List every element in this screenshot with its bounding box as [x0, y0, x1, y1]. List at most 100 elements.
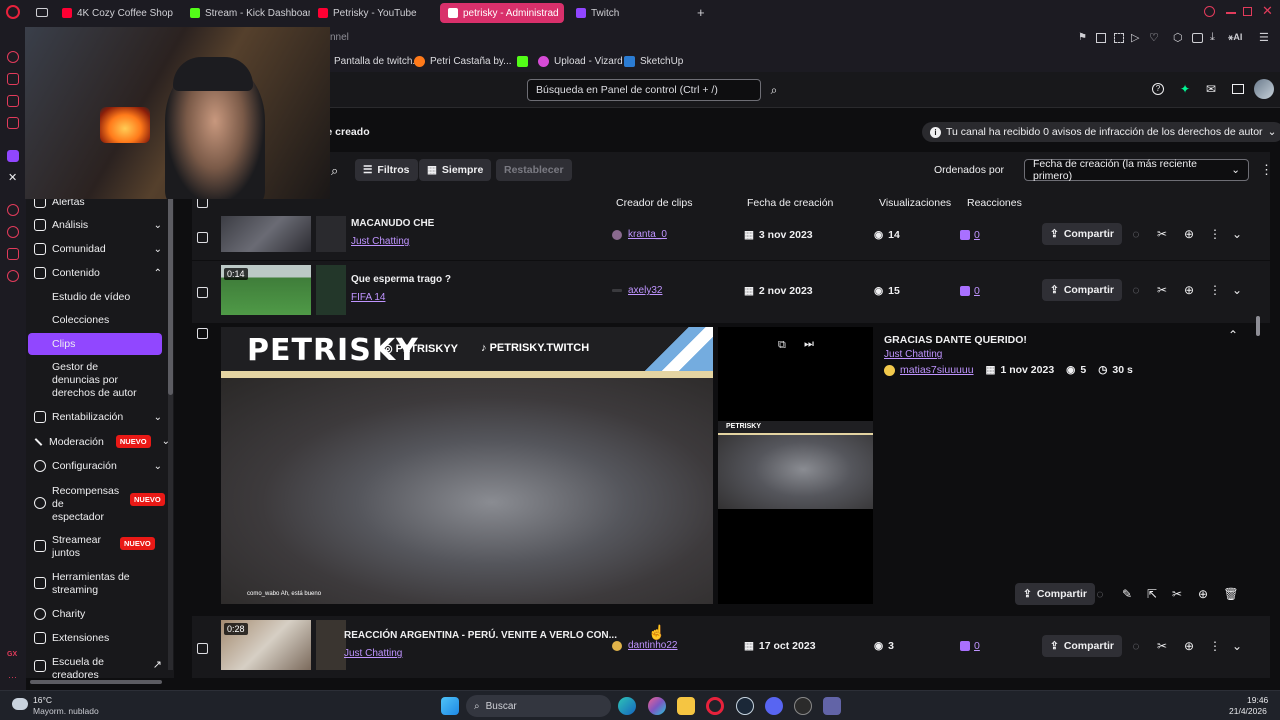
bookmark-item[interactable]: Petri Castaña by...: [414, 53, 512, 69]
youtube-icon[interactable]: [7, 95, 19, 107]
nav-item-rentabilizacion[interactable]: Rentabilización ⌄: [34, 411, 162, 423]
nav-item-gestor[interactable]: Gestor de denuncias por derechos de auto…: [52, 361, 148, 400]
steam-icon[interactable]: [736, 697, 754, 715]
bookmark-icon[interactable]: ⚑: [1078, 32, 1087, 43]
clip-vertical-preview[interactable]: ⧉ ⏭ PETRISKY: [718, 327, 873, 604]
nav-horizontal-scrollbar[interactable]: [30, 680, 162, 684]
edit-icon[interactable]: ✎: [1120, 587, 1134, 601]
bookmark-item[interactable]: [517, 53, 528, 69]
weather-icon[interactable]: [12, 698, 28, 710]
row-checkbox[interactable]: [197, 232, 208, 243]
browser-tab[interactable]: Petrisky - YouTube: [310, 3, 430, 23]
reset-button[interactable]: Restablecer: [496, 159, 572, 181]
close-window-icon[interactable]: ✕: [1262, 3, 1273, 19]
chevron-down-icon[interactable]: ⌄: [1230, 283, 1244, 297]
clip-reactions[interactable]: 0: [960, 229, 980, 241]
external-link-icon[interactable]: ⇱: [1145, 587, 1159, 601]
nav-item-contenido[interactable]: Contenido ⌃: [34, 267, 162, 279]
heart-icon[interactable]: ♡: [1149, 31, 1159, 44]
add-circle-icon[interactable]: ⊕: [1182, 283, 1196, 297]
search-tabs-icon[interactable]: [1204, 6, 1215, 17]
screenshot-icon[interactable]: [1114, 33, 1124, 43]
nav-item-extensiones[interactable]: Extensiones: [34, 632, 162, 644]
clip-row[interactable]: MACANUDO CHE Just Chatting kranta_0 ▦ 3 n…: [192, 216, 1270, 260]
more-options-icon[interactable]: ⋮: [1208, 283, 1222, 297]
scissors-icon[interactable]: ✂: [1155, 283, 1169, 297]
more-options-icon[interactable]: ⋮: [1208, 227, 1222, 241]
minimize-icon[interactable]: [1226, 12, 1236, 14]
loading-icon[interactable]: ◌: [1129, 227, 1143, 241]
loading-icon[interactable]: ◌: [1129, 639, 1143, 653]
messenger-icon[interactable]: [7, 51, 19, 63]
row-checkbox[interactable]: [197, 643, 208, 654]
more-icon[interactable]: ···: [8, 672, 17, 682]
discord-icon[interactable]: [765, 697, 783, 715]
extensions-icon[interactable]: ⬡: [1173, 31, 1183, 44]
settings-icon[interactable]: [7, 270, 19, 282]
chat-icon[interactable]: [1230, 81, 1246, 97]
share-button[interactable]: ⇪ Compartir: [1042, 223, 1122, 245]
contacts-icon[interactable]: [7, 73, 19, 85]
share-button[interactable]: ⇪ Compartir: [1015, 583, 1095, 605]
browser-tab-active[interactable]: petrisky - Administrad: [440, 3, 564, 23]
x-twitter-icon[interactable]: ✕: [8, 171, 17, 184]
teams-icon[interactable]: [823, 697, 841, 715]
clip-thumbnail[interactable]: [221, 216, 311, 252]
clip-row[interactable]: 0:14 Que esperma trago ? FIFA 14 axely32…: [192, 261, 1270, 323]
add-circle-icon[interactable]: ⊕: [1182, 227, 1196, 241]
scissors-icon[interactable]: ✂: [1155, 639, 1169, 653]
bookmark-item[interactable]: Pantalla de twitch...: [318, 53, 421, 69]
share-button[interactable]: ⇪ Compartir: [1042, 635, 1122, 657]
menu-icon[interactable]: ☰: [1259, 31, 1269, 44]
row-checkbox[interactable]: [197, 287, 208, 298]
sort-select[interactable]: Fecha de creación (la más reciente prime…: [1024, 158, 1249, 182]
aria-ai-icon[interactable]: ⚹AI: [1228, 32, 1242, 43]
search-icon[interactable]: ⌕: [331, 163, 338, 179]
main-scrollbar-thumb[interactable]: [1256, 316, 1260, 336]
browser-tab[interactable]: 4K Cozy Coffee Shop with: [54, 3, 174, 23]
opera-logo-icon[interactable]: [6, 5, 20, 19]
nav-item-herramientas[interactable]: Herramientas de streaming: [34, 571, 162, 597]
add-circle-icon[interactable]: ⊕: [1196, 587, 1210, 601]
nav-item-escuela[interactable]: Escuela de creadores ↗: [34, 656, 162, 678]
nav-item-configuracion[interactable]: Configuración ⌄: [34, 460, 162, 472]
twitch-icon[interactable]: [7, 150, 19, 162]
flow-icon[interactable]: [7, 204, 19, 216]
nav-item-recompensas[interactable]: Recompensas de espectador NUEVO: [34, 485, 165, 524]
bookmark-item[interactable]: SketchUp: [624, 53, 683, 69]
col-creator[interactable]: Creador de clips: [616, 197, 692, 209]
help-icon[interactable]: ?: [1150, 81, 1166, 97]
nav-item-charity[interactable]: Charity: [34, 608, 162, 620]
clip-row[interactable]: 0:28 REACCIÓN ARGENTINA - PERÚ. VENITE A…: [192, 616, 1270, 678]
bookmark-item[interactable]: Upload - Vizard: [538, 53, 623, 69]
address-bar-text[interactable]: nnel: [330, 32, 349, 43]
clip-title[interactable]: MACANUDO CHE: [351, 218, 434, 229]
history-icon[interactable]: [7, 226, 19, 238]
wallet-icon[interactable]: [1192, 33, 1203, 43]
chevron-down-icon[interactable]: ⌄: [1230, 227, 1244, 241]
clip-thumbnail[interactable]: 0:28: [221, 620, 311, 670]
snapshot-icon[interactable]: [1096, 33, 1106, 43]
search-icon[interactable]: ⌕: [763, 79, 785, 101]
expanded-clip-category[interactable]: Just Chatting: [884, 349, 942, 360]
browser-tab[interactable]: Twitch: [568, 3, 688, 23]
nav-item-comunidad[interactable]: Comunidad ⌄: [34, 243, 162, 255]
popout-icon[interactable]: ⧉: [778, 339, 786, 352]
clip-category[interactable]: FIFA 14: [351, 292, 385, 303]
tab-overview-icon[interactable]: [36, 8, 48, 17]
add-circle-icon[interactable]: ⊕: [1182, 639, 1196, 653]
loading-icon[interactable]: ◌: [1093, 587, 1107, 601]
clip-category[interactable]: Just Chatting: [344, 648, 402, 659]
col-reactions[interactable]: Reacciones: [967, 197, 1022, 209]
chevron-up-icon[interactable]: ⌃: [1228, 328, 1238, 342]
scissors-icon[interactable]: ✂: [1170, 587, 1184, 601]
clip-video-player[interactable]: PETRISKY ◎ PETRISKYY ♪ PETRISKY.TWITCH c…: [221, 327, 713, 604]
browser-tab[interactable]: Stream - Kick Dashboard: [182, 3, 310, 23]
clip-thumbnail[interactable]: 0:14: [221, 265, 311, 315]
mail-icon[interactable]: ✉: [1203, 81, 1219, 97]
instagram-icon[interactable]: [7, 117, 19, 129]
filters-button[interactable]: ☰ Filtros: [355, 159, 418, 181]
copilot-icon[interactable]: [648, 697, 666, 715]
scissors-icon[interactable]: ✂: [1155, 227, 1169, 241]
sparkle-icon[interactable]: ✦: [1177, 81, 1193, 97]
